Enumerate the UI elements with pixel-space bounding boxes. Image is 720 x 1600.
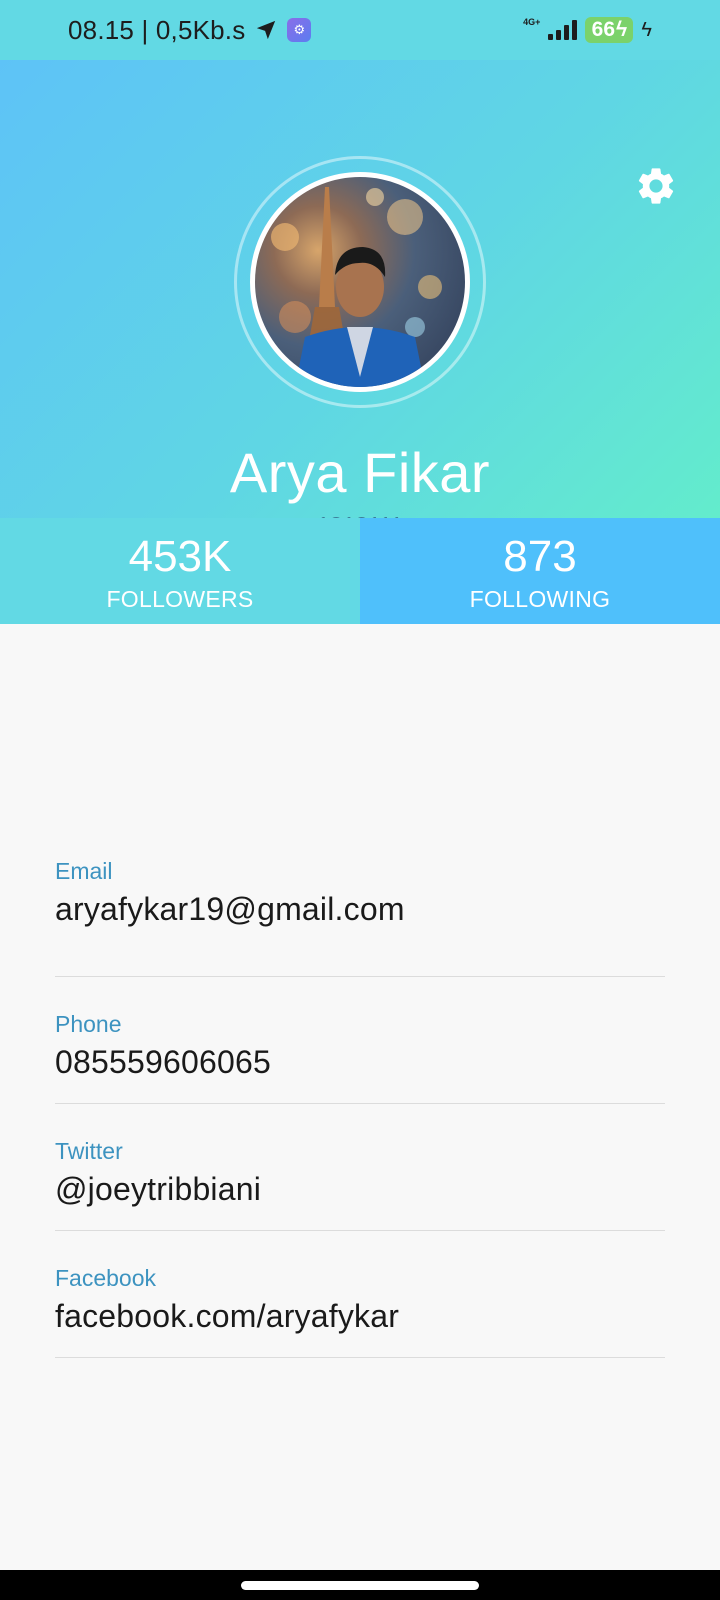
location-arrow-icon [257,20,276,40]
info-value: facebook.com/aryafykar [55,1298,400,1334]
info-label: Email [55,858,113,884]
info-item-twitter[interactable]: Twitter @joeytribbiani [55,1104,665,1231]
charging-bolt-icon: ϟ [641,18,652,41]
profile-name: Arya Fikar [229,441,491,504]
profile-header: Arya Fikar 1818111 [0,60,720,538]
following-count: 873 [503,532,577,581]
followers-stat[interactable]: 453K FOLLOWERS [0,518,360,624]
following-stat[interactable]: 873 FOLLOWING [360,518,720,624]
info-value: @joeytribbiani [55,1171,262,1207]
info-value: 085559606065 [55,1044,271,1080]
gear-icon [638,168,674,204]
status-left: 08.15 | 0,5Kb.s ⚙ [68,14,312,46]
status-time-speed: 08.15 | 0,5Kb.s [68,14,246,45]
avatar[interactable] [250,172,470,392]
contact-info-list: Email aryafykar19@gmail.com Phone 085559… [55,850,665,1358]
info-value: aryafykar19@gmail.com [55,891,405,927]
app-notification-icon: ⚙ [287,18,312,42]
info-item-phone[interactable]: Phone 085559606065 [55,977,665,1104]
home-indicator[interactable] [241,1580,479,1590]
followers-count: 453K [128,532,232,581]
battery-icon: 66 ϟ [585,17,634,43]
signal-icon [548,20,578,40]
status-bar: 08.15 | 0,5Kb.s ⚙ 4G+ 66 ϟ ϟ [0,0,720,60]
following-label: FOLLOWING [469,586,611,612]
status-right: 4G+ 66 ϟ ϟ [523,17,652,43]
navigation-bar [0,1570,720,1600]
info-label: Twitter [55,1138,123,1164]
info-label: Facebook [55,1265,157,1291]
followers-label: FOLLOWERS [106,586,254,612]
settings-button[interactable] [630,160,682,212]
info-item-facebook[interactable]: Facebook facebook.com/aryafykar [55,1231,665,1358]
info-item-email[interactable]: Email aryafykar19@gmail.com [55,850,665,977]
info-label: Phone [55,1011,122,1037]
avatar-photo [271,187,442,387]
battery-charging-icon: ϟ [616,18,628,41]
battery-level: 66 [591,18,616,41]
network-type-label: 4G+ [523,17,541,27]
